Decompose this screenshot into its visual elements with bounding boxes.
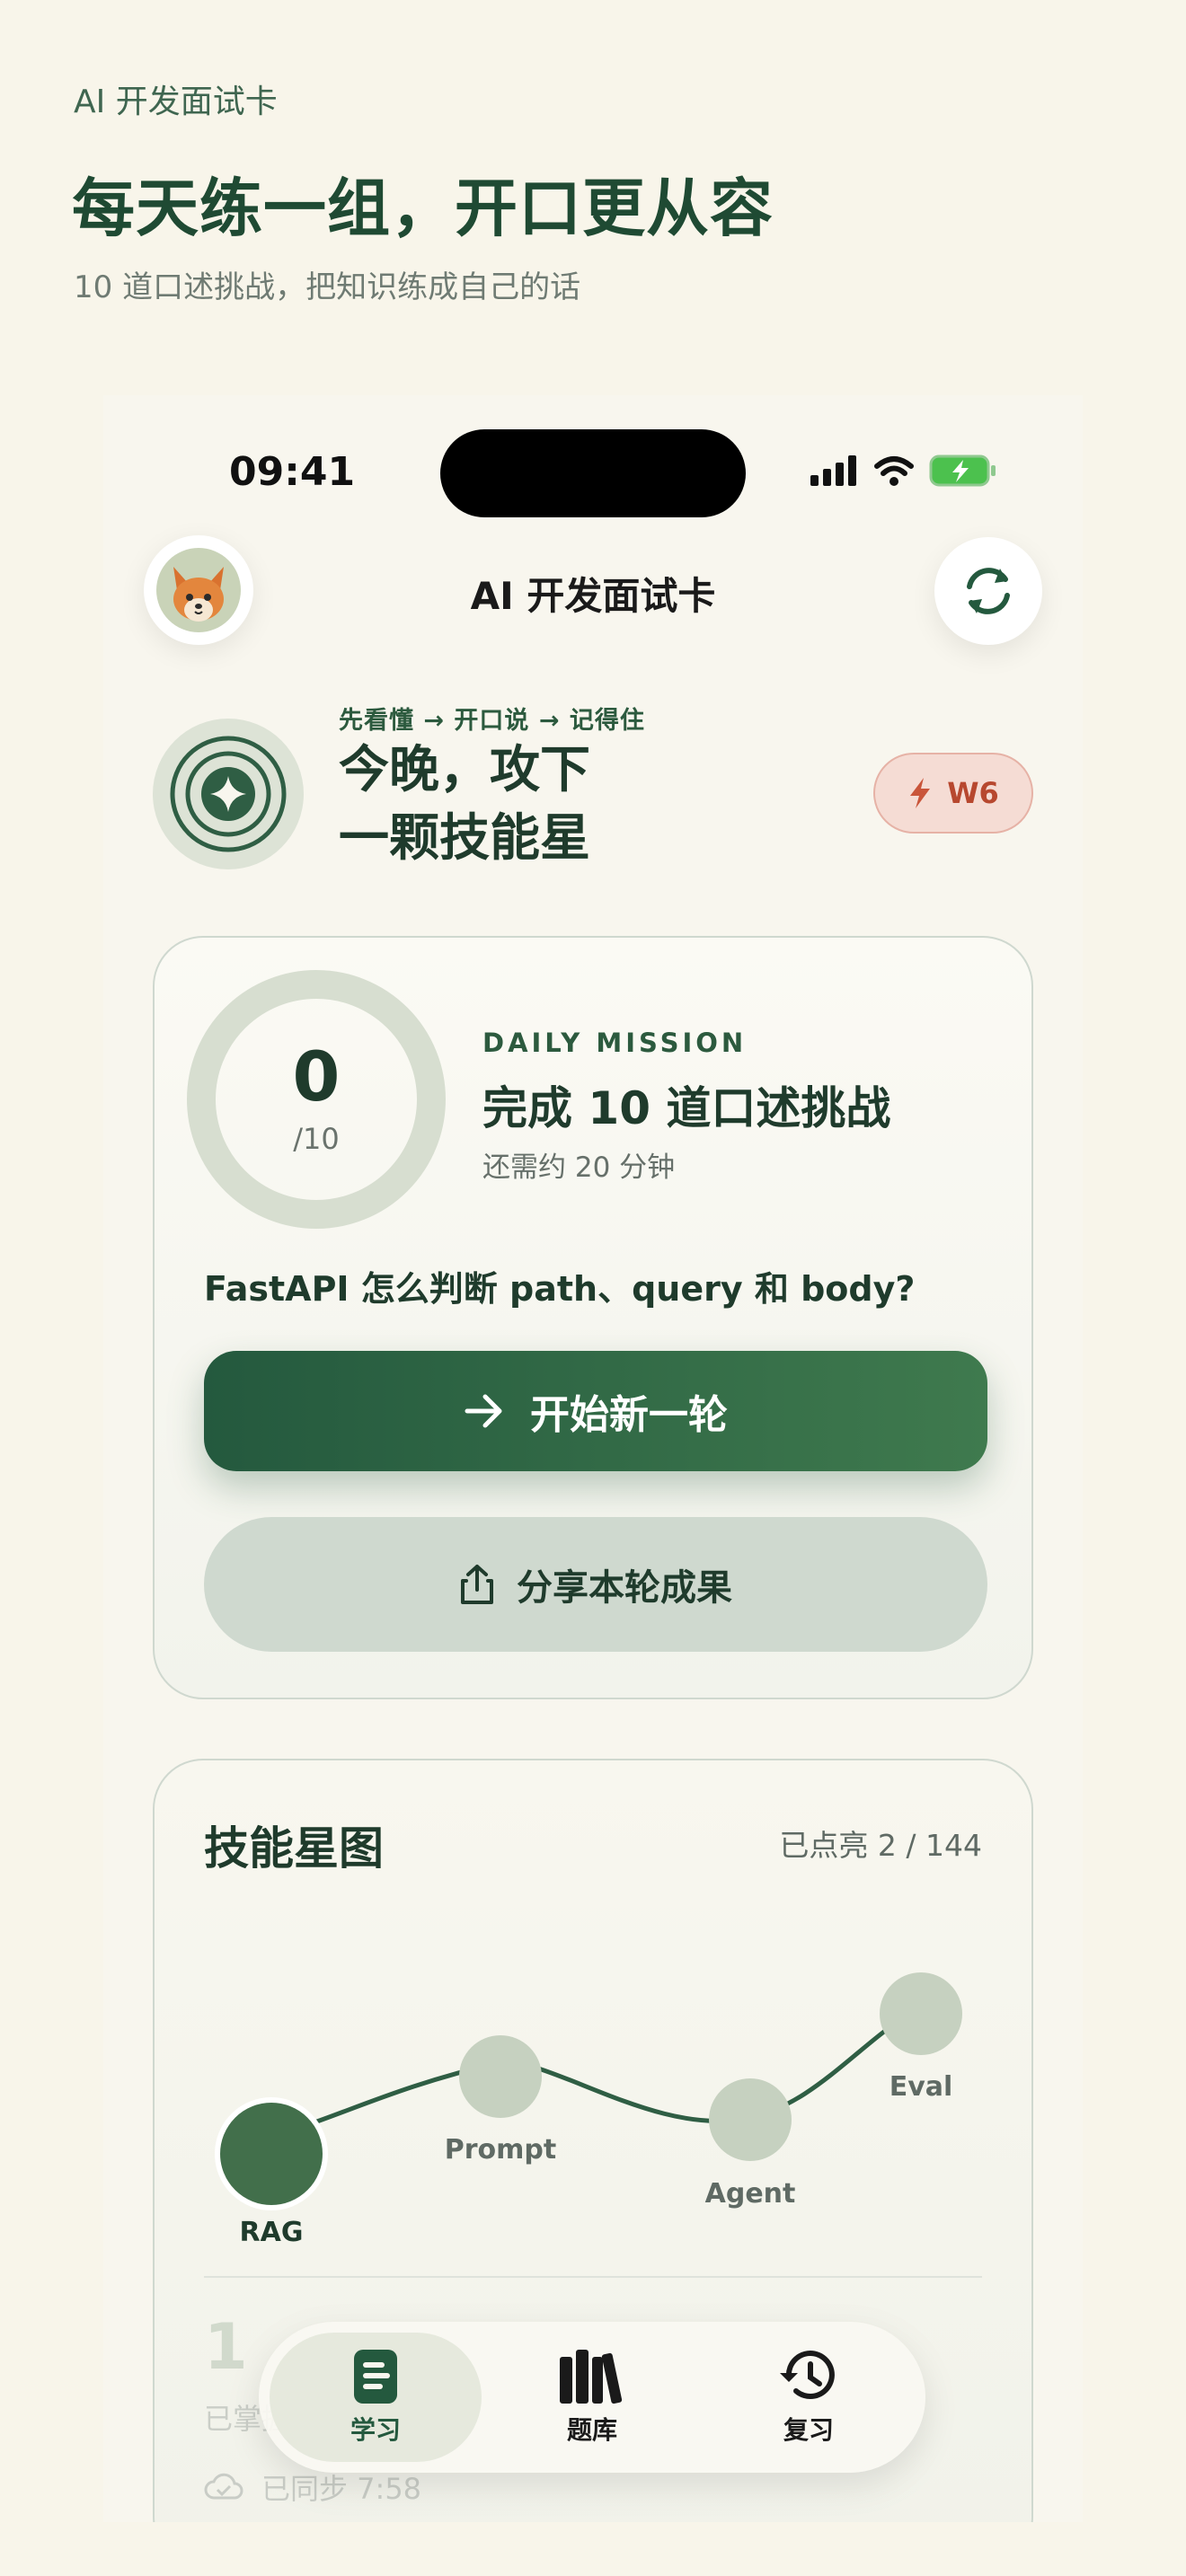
share-result-label: 分享本轮成果: [517, 1567, 732, 1609]
mission-kicker: DAILY MISSION: [482, 1028, 748, 1058]
skill-node-label-eval: Eval: [890, 2071, 953, 2103]
status-icons: [810, 454, 997, 487]
start-round-button[interactable]: 开始新一轮: [204, 1351, 987, 1471]
tab-study-label: 学习: [350, 2415, 401, 2445]
skill-node-eval[interactable]: Eval: [880, 1972, 962, 2103]
skill-node-rag[interactable]: RAG: [215, 2097, 328, 2248]
tab-bar: 学习 题库 复习: [259, 2322, 925, 2473]
hero-title-line2: 一颗技能星: [339, 808, 590, 868]
tab-review[interactable]: 复习: [703, 2333, 915, 2462]
wifi-icon: [874, 456, 914, 486]
tab-review-label: 复习: [783, 2415, 834, 2445]
skill-node-label-prompt: Prompt: [445, 2134, 556, 2166]
week-label: W6: [947, 776, 999, 810]
hero-section: 先看懂 → 开口说 → 记得住 今晚，攻下 一颗技能星 W6: [103, 701, 1083, 880]
arrow-right-icon: [465, 1394, 502, 1428]
refresh-button[interactable]: [934, 537, 1042, 645]
cloud-check-icon: [204, 2473, 243, 2500]
dynamic-island: [440, 429, 746, 517]
mastered-count: 1: [204, 2310, 248, 2384]
intro-subline: 10 道口述挑战，把知识练成自己的话: [74, 269, 581, 305]
history-icon: [780, 2351, 835, 2400]
daily-mission-card: 0 /10 DAILY MISSION 完成 10 道口述挑战 还需约 20 分…: [153, 936, 1033, 1699]
skill-node-label-rag: RAG: [240, 2217, 304, 2248]
hero-title: 今晚，攻下 一颗技能星: [339, 737, 698, 872]
hero-badge: [153, 719, 304, 869]
skill-constellation: RAG Prompt Agent Eval: [215, 1972, 962, 2248]
mission-subtitle: 还需约 20 分钟: [482, 1151, 676, 1184]
hero-steps: 先看懂 → 开口说 → 记得住: [339, 707, 645, 735]
status-time: 09:41: [229, 449, 356, 495]
skill-node-prompt[interactable]: Prompt: [445, 2035, 556, 2166]
hero-title-line1: 今晚，攻下: [339, 741, 590, 799]
skill-node-agent[interactable]: Agent: [705, 2078, 796, 2210]
books-icon: [560, 2350, 623, 2404]
signal-icon: [810, 455, 856, 486]
battery-charging-icon: [929, 454, 996, 487]
document-icon: [354, 2350, 397, 2404]
tab-question-bank[interactable]: 题库: [486, 2333, 698, 2462]
mission-question: FastAPI 怎么判断 path、query 和 body?: [204, 1269, 916, 1309]
phone-screen: 09:41 AI 开发面试卡 先看懂 → 开口说 → 记得住 今晚，攻下 一颗技…: [103, 395, 1083, 2522]
bolt-icon: [910, 778, 931, 808]
mission-title: 完成 10 道口述挑战: [482, 1082, 891, 1134]
tab-study[interactable]: 学习: [270, 2333, 482, 2462]
app-header: AI 开发面试卡: [103, 530, 1083, 645]
week-badge[interactable]: W6: [873, 753, 1033, 834]
intro-eyebrow: AI 开发面试卡: [74, 84, 278, 120]
skill-divider: [204, 2276, 982, 2278]
sparkle-target-icon: [170, 736, 287, 852]
skill-node-label-agent: Agent: [705, 2178, 796, 2210]
progress-total: /10: [293, 1122, 340, 1156]
page: AI 开发面试卡 每天练一组，开口更从容 10 道口述挑战，把知识练成自己的话 …: [0, 0, 1186, 2576]
start-round-label: 开始新一轮: [530, 1392, 728, 1438]
share-icon: [461, 1565, 493, 1604]
intro-headline: 每天练一组，开口更从容: [72, 172, 774, 245]
tab-question-bank-label: 题库: [566, 2415, 617, 2445]
share-result-button[interactable]: 分享本轮成果: [204, 1517, 987, 1652]
refresh-icon: [967, 568, 1010, 614]
progress-value: 0: [292, 1037, 341, 1116]
